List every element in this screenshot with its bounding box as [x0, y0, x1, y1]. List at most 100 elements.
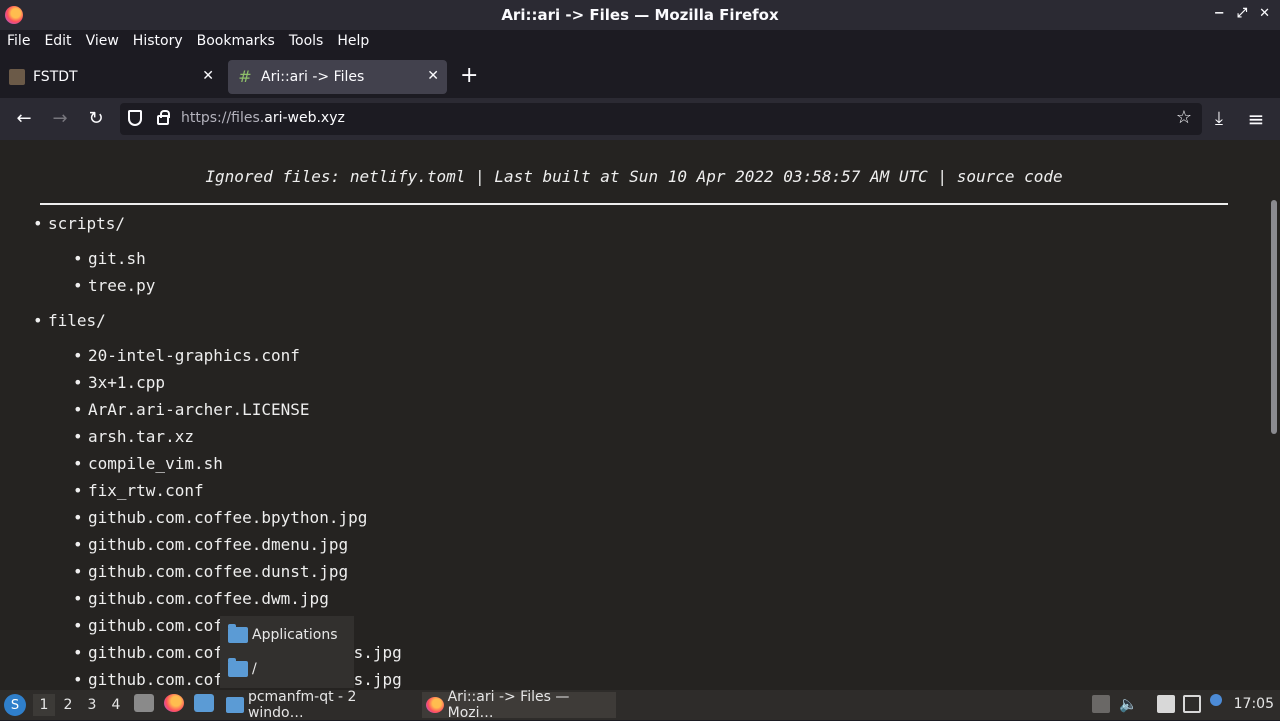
menu-view[interactable]: View	[86, 33, 119, 49]
tracking-protection-shield-icon[interactable]	[128, 110, 142, 126]
file-item: arsh.tar.xz	[73, 423, 367, 450]
url-domain: ari-web.xyz	[264, 110, 345, 126]
scrollbar-thumb[interactable]	[1271, 200, 1277, 434]
task-label: Ari::ari -> Files — Mozi…	[447, 689, 570, 721]
task-pcmanfm[interactable]: pcmanfm-qt - 2 windo…	[222, 689, 416, 721]
file-link[interactable]: github.com.coffee.bpython.jpg	[88, 508, 367, 527]
forward-button[interactable]: →	[48, 107, 72, 131]
file-item: git.sh	[73, 245, 367, 272]
file-item: 20-intel-graphics.conf	[73, 342, 367, 369]
file-item: ArAr.ari-archer.LICENSE	[73, 396, 367, 423]
url-text[interactable]: https://files.ari-web.xyz	[181, 110, 345, 126]
reload-button[interactable]: ↻	[84, 107, 108, 131]
header-info: Ignored files: netlify.toml | Last built…	[205, 167, 957, 186]
folder-popup-menu: Applications /	[220, 616, 354, 688]
tray-expand-icon[interactable]	[1092, 695, 1110, 713]
menu-history[interactable]: History	[133, 33, 183, 49]
start-menu-button[interactable]: S	[4, 694, 26, 716]
dir-link[interactable]: files/	[48, 311, 106, 330]
firefox-icon	[426, 697, 444, 713]
file-link[interactable]: github.com.coffee.dunst.jpg	[88, 562, 348, 581]
folder-icon	[228, 624, 248, 643]
lock-icon[interactable]	[157, 110, 170, 125]
task-firefox[interactable]: Ari::ari -> Files — Mozi…	[422, 689, 616, 721]
file-item: github.com.coffee.dmenu.jpg	[73, 531, 367, 558]
dir-link[interactable]: scripts/	[48, 214, 125, 233]
file-item: 3x+1.cpp	[73, 369, 367, 396]
firefox-launcher-icon[interactable]	[164, 694, 184, 712]
maximize-button[interactable]: ⤢	[1237, 6, 1247, 21]
clock[interactable]: 17:05	[1234, 696, 1274, 712]
tab-label: Ari::ari -> Files	[261, 69, 365, 85]
file-manager-launcher-icon[interactable]	[134, 694, 154, 712]
file-link[interactable]: 20-intel-graphics.conf	[88, 346, 300, 365]
hash-favicon-icon: #	[238, 67, 252, 86]
app-menu-button[interactable]: ≡	[1244, 107, 1268, 131]
show-desktop-icon[interactable]	[194, 694, 214, 712]
tab-close-icon[interactable]: ✕	[202, 68, 214, 84]
page-header: Ignored files: netlify.toml | Last built…	[0, 167, 1268, 186]
url-prefix: https://files.	[181, 110, 265, 126]
file-item: fix_rtw.conf	[73, 477, 367, 504]
menu-file[interactable]: File	[7, 33, 30, 49]
volume-icon[interactable]: 🔈	[1119, 695, 1138, 713]
new-tab-button[interactable]: +	[460, 64, 478, 88]
file-link[interactable]: 3x+1.cpp	[88, 373, 165, 392]
tab-close-icon[interactable]: ✕	[427, 68, 439, 84]
notification-icon[interactable]	[1210, 694, 1222, 706]
navigation-toolbar: ← → ↻ https://files.ari-web.xyz ☆ ⤓ ≡	[0, 98, 1280, 140]
popup-item-root[interactable]: /	[228, 658, 257, 680]
popup-item-applications[interactable]: Applications	[228, 624, 338, 646]
file-link[interactable]: arsh.tar.xz	[88, 427, 194, 446]
page-content: Ignored files: netlify.toml | Last built…	[0, 140, 1268, 690]
popup-item-label: /	[252, 661, 257, 677]
file-link[interactable]: github.com.coffee.dmenu.jpg	[88, 535, 348, 554]
popup-item-label: Applications	[252, 627, 338, 643]
file-item: github.com.coffee.bpython.jpg	[73, 504, 367, 531]
dir-scripts: scripts/ git.sh tree.py	[33, 210, 367, 299]
file-item: github.com.coffee.dwm.jpg	[73, 585, 367, 612]
workspace-3[interactable]: 3	[81, 694, 103, 716]
file-item: tree.py	[73, 272, 367, 299]
page-scrollbar[interactable]	[1268, 140, 1280, 690]
tab-label: FSTDT	[33, 69, 78, 85]
fstdt-favicon-icon	[9, 69, 25, 85]
menu-help[interactable]: Help	[337, 33, 369, 49]
menu-bookmarks[interactable]: Bookmarks	[197, 33, 275, 49]
menu-tools[interactable]: Tools	[289, 33, 324, 49]
display-icon[interactable]	[1183, 695, 1201, 713]
close-window-button[interactable]: ✕	[1259, 6, 1270, 21]
bookmark-star-icon[interactable]: ☆	[1176, 107, 1192, 128]
workspace-4[interactable]: 4	[105, 694, 127, 716]
file-link[interactable]: compile_vim.sh	[88, 454, 223, 473]
file-item: github.com.coffee.dunst.jpg	[73, 558, 367, 585]
file-link[interactable]: git.sh	[88, 249, 146, 268]
file-link[interactable]: fix_rtw.conf	[88, 481, 204, 500]
file-link[interactable]: tree.py	[88, 276, 155, 295]
menu-edit[interactable]: Edit	[44, 33, 71, 49]
header-divider	[40, 203, 1228, 205]
window-title: Ari::ari -> Files — Mozilla Firefox	[501, 6, 779, 24]
url-bar[interactable]: https://files.ari-web.xyz ☆	[120, 103, 1202, 135]
tab-ari-files[interactable]: # Ari::ari -> Files ✕	[228, 60, 447, 94]
downloads-button[interactable]: ⤓	[1207, 107, 1231, 131]
source-code-link[interactable]: source code	[957, 167, 1063, 186]
window-controls: − ⤢ ✕	[1214, 6, 1270, 21]
file-link[interactable]: ArAr.ari-archer.LICENSE	[88, 400, 310, 419]
tab-fstdt[interactable]: FSTDT ✕	[0, 60, 222, 94]
file-item: compile_vim.sh	[73, 450, 367, 477]
back-button[interactable]: ←	[12, 107, 36, 131]
tab-strip: FSTDT ✕ # Ari::ari -> Files ✕	[0, 56, 1280, 98]
workspace-2[interactable]: 2	[57, 694, 79, 716]
minimize-button[interactable]: −	[1214, 6, 1225, 21]
menu-bar: File Edit View History Bookmarks Tools H…	[0, 30, 1280, 52]
folder-icon	[226, 697, 244, 713]
firefox-logo-icon	[5, 6, 23, 24]
file-link[interactable]: github.com.coffee.dwm.jpg	[88, 589, 329, 608]
workspace-1[interactable]: 1	[33, 694, 55, 716]
taskbar: S 1 2 3 4 pcmanfm-qt - 2 windo… Ari::ari…	[0, 689, 1280, 721]
clipboard-icon[interactable]	[1157, 695, 1175, 713]
window-titlebar: Ari::ari -> Files — Mozilla Firefox − ⤢ …	[0, 0, 1280, 30]
task-label: pcmanfm-qt - 2 windo…	[247, 689, 357, 721]
folder-icon	[228, 658, 248, 677]
